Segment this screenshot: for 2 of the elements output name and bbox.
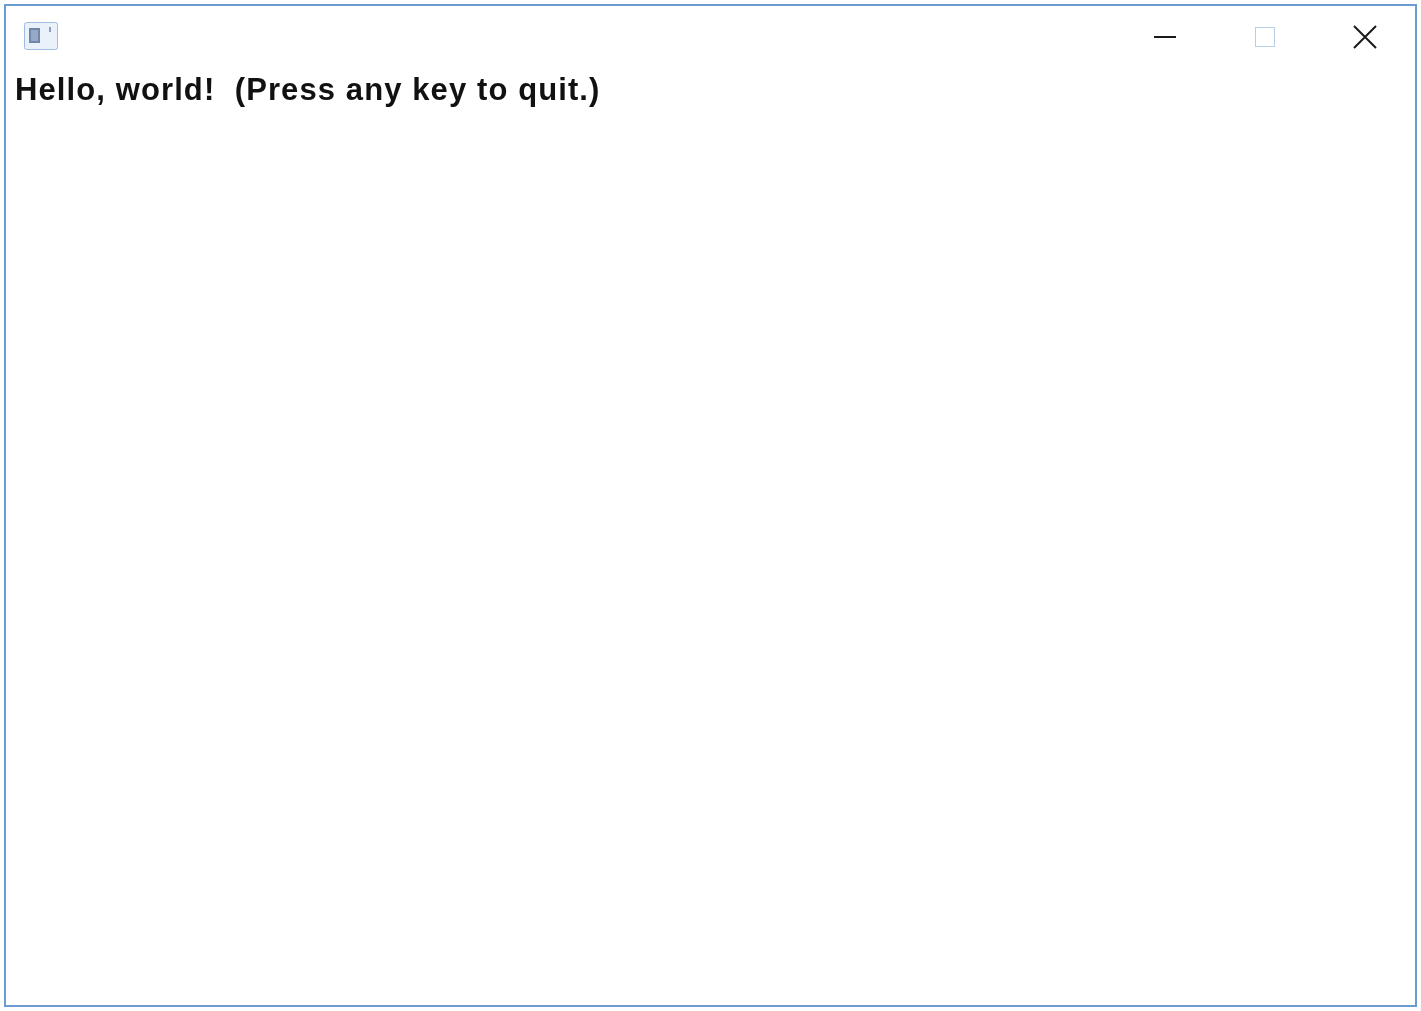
message-text: Hello, world! (Press any key to quit.) [15, 72, 601, 107]
app-window-icon [24, 22, 58, 50]
